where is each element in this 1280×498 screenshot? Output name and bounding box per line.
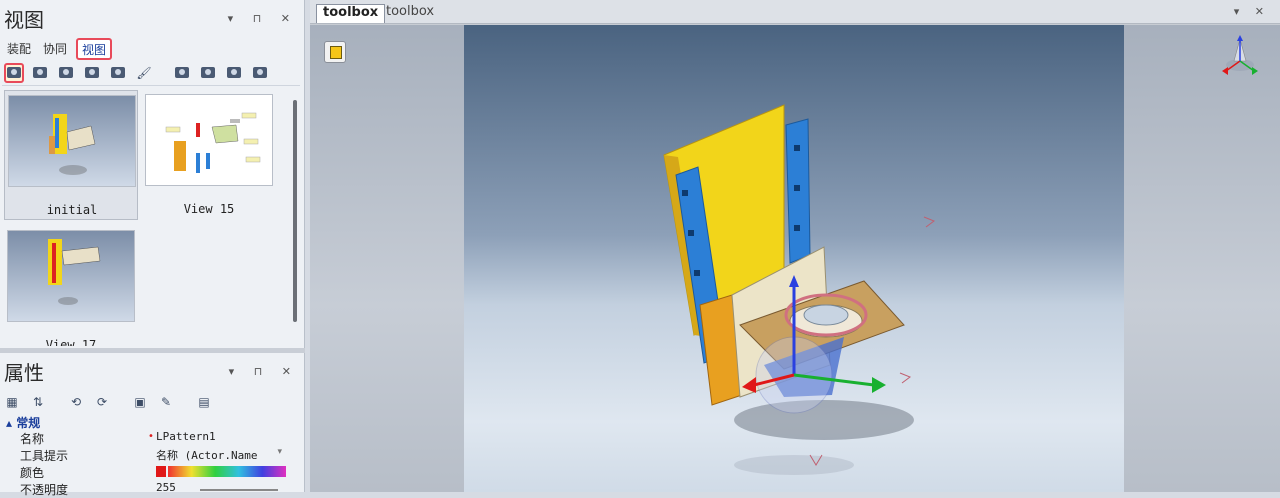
grid-icon: ▦ (6, 395, 18, 409)
left-dock: 视图 ▾ ⊓ ✕ 装配 协同 视图 🖌 initial View 15 View… (0, 0, 305, 497)
unlink-property-button[interactable]: ⟳ (92, 392, 112, 412)
3d-viewport[interactable] (310, 25, 1280, 492)
camera-left-button[interactable] (224, 63, 244, 83)
view-thumbnail[interactable]: View 15 (142, 90, 276, 220)
pages-icon: ▤ (198, 395, 210, 409)
app-window: 视图 ▾ ⊓ ✕ 装配 协同 视图 🖌 initial View 15 View… (0, 0, 1280, 497)
camera-right-icon (253, 67, 267, 78)
camera-refresh-icon (85, 67, 99, 78)
properties-toolbar: ▦ ⇅ ⟲ ⟳ ▣ ✎ ▤ (2, 390, 214, 414)
tab-collaboration[interactable]: 协同 (40, 38, 70, 60)
document-tabbar: toolbox toolbox ▾ ✕ (310, 0, 1280, 24)
document-controls[interactable]: ▾ ✕ (1234, 5, 1270, 18)
view-thumbnail-list: initial View 15 View 17 (2, 88, 290, 346)
update-view-button[interactable] (30, 63, 50, 83)
paint-view-button[interactable]: 🖌 (134, 63, 154, 83)
reset-property-button[interactable]: ▣ (130, 392, 150, 412)
eyedropper-button[interactable]: ✎ (156, 392, 176, 412)
camera-right-button[interactable] (250, 63, 270, 83)
required-marker: • (148, 431, 154, 442)
chevron-down-icon[interactable]: ▾ (277, 447, 282, 457)
view-caption: View 15 (183, 202, 235, 216)
property-key: 颜色 (20, 466, 45, 480)
property-pages-button[interactable]: ▤ (194, 392, 214, 412)
property-value[interactable]: LPattern1 (156, 430, 216, 443)
brush-icon: 🖌 (136, 65, 152, 80)
delete-view-button[interactable] (56, 63, 76, 83)
link-icon: ⟲ (70, 395, 82, 409)
property-key: 名称 (20, 432, 45, 446)
capture-view-button[interactable] (4, 62, 24, 83)
category-label: 常规 (16, 416, 41, 430)
categorized-view-button[interactable]: ▦ (2, 392, 22, 412)
camera-delete-icon (59, 67, 73, 78)
properties-panel-title: 属性 (4, 361, 44, 385)
view-preview-image (7, 230, 135, 322)
views-panel-tabs: 装配 协同 视图 (4, 38, 113, 60)
view-history-button[interactable] (108, 63, 128, 83)
color-swatch[interactable] (156, 466, 166, 477)
opacity-slider[interactable] (200, 489, 278, 491)
render-stage[interactable] (464, 25, 1124, 492)
tab-view[interactable]: 视图 (76, 38, 113, 60)
property-row-color[interactable]: 颜色 (0, 463, 290, 480)
document-tab-active[interactable]: toolbox (316, 4, 386, 23)
view-caption: initial (46, 203, 98, 217)
view-thumbnail[interactable]: View 17 (4, 226, 138, 346)
property-value[interactable]: 名称 (Actor.Name (156, 447, 257, 463)
properties-panel-header: 属性 ▾ ⊓ ✕ (0, 353, 305, 389)
property-row-name[interactable]: 名称 • LPattern1 (0, 429, 290, 446)
camera-arrow-icon (33, 67, 47, 78)
property-value[interactable]: 255 (156, 481, 176, 494)
color-spectrum[interactable] (168, 466, 286, 477)
view-caption: View 17 (45, 338, 97, 346)
camera-icon (7, 67, 21, 78)
eyedropper-icon: ✎ (160, 395, 172, 409)
property-row-tooltip[interactable]: 工具提示 名称 (Actor.Name ▾ (0, 446, 290, 463)
link-property-button[interactable]: ⟲ (66, 392, 86, 412)
camera-front-button[interactable] (172, 63, 192, 83)
clock-icon (111, 67, 125, 78)
camera-left-icon (227, 67, 241, 78)
orientation-gizmo-icon[interactable] (1212, 31, 1268, 81)
assembly-model[interactable] (464, 25, 1124, 492)
camera-front-icon (175, 67, 189, 78)
view-preview-image (145, 94, 273, 186)
camera-back-button[interactable] (198, 63, 218, 83)
sort-alpha-button[interactable]: ⇅ (28, 392, 48, 412)
property-category[interactable]: ▴ 常规 (0, 414, 290, 430)
views-panel-header: 视图 ▾ ⊓ ✕ (0, 0, 304, 36)
views-panel-title: 视图 (4, 8, 44, 32)
view-mode-button[interactable] (324, 41, 346, 63)
property-row-opacity[interactable]: 不透明度 255 (0, 480, 290, 497)
view-thumbnail[interactable]: initial (4, 90, 138, 220)
property-key: 工具提示 (20, 449, 69, 463)
property-grid: ▴ 常规 名称 • LPattern1 工具提示 名称 (Actor.Name … (0, 414, 290, 497)
refresh-views-button[interactable] (82, 63, 102, 83)
thumbnail-scrollbar[interactable] (293, 100, 297, 322)
tab-assembly[interactable]: 装配 (4, 38, 34, 60)
properties-panel-controls[interactable]: ▾ ⊓ ✕ (229, 365, 299, 378)
property-key: 不透明度 (20, 483, 69, 497)
views-toolbar: 🖌 (2, 60, 300, 86)
reset-icon: ▣ (134, 395, 146, 409)
document-tab[interactable]: toolbox (380, 4, 440, 23)
camera-back-icon (201, 67, 215, 78)
views-panel-controls[interactable]: ▾ ⊓ ✕ (228, 12, 298, 25)
sort-az-icon: ⇅ (32, 395, 44, 409)
document-area: toolbox toolbox ▾ ✕ (310, 0, 1280, 492)
unlink-icon: ⟳ (96, 395, 108, 409)
view-preview-image (8, 95, 136, 187)
